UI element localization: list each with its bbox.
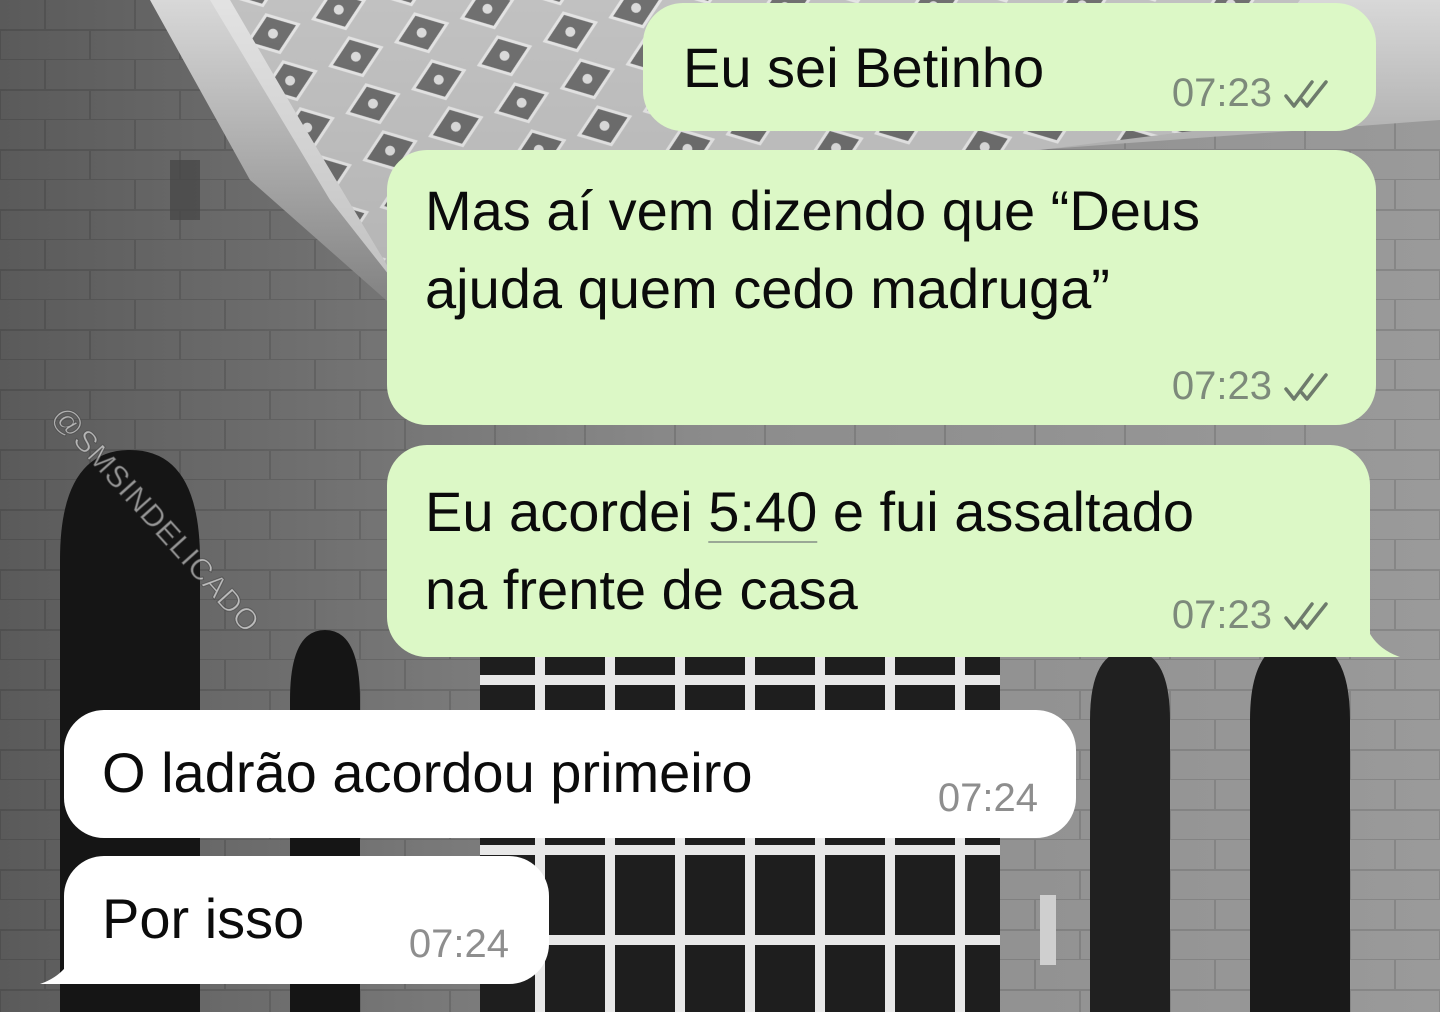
- message-meta: 07:24: [938, 778, 1038, 818]
- message-text-line: Eu acordei 5:40 e fui assaltado: [425, 473, 1194, 551]
- message-meta: 07:24: [409, 924, 509, 964]
- message-time: 07:23: [1171, 71, 1272, 115]
- message-meta: 07:23: [1172, 595, 1334, 635]
- message-text-line: Mas aí vem dizendo que “Deus: [425, 179, 1201, 242]
- double-check-icon: [1284, 80, 1328, 108]
- bubble-tail-outgoing: [1362, 612, 1400, 657]
- message-bubble-incoming[interactable]: O ladrão acordou primeiro 07:24: [64, 710, 1076, 838]
- chat-screen: @SMSINDELICADO Eu sei Betinho 07:23 Mas …: [0, 0, 1440, 1012]
- message-text: Eu sei Betinho: [683, 36, 1045, 99]
- message-time: 07:23: [1171, 364, 1272, 408]
- time-link[interactable]: 5:40: [708, 480, 817, 543]
- message-meta: 07:23: [1172, 366, 1334, 406]
- message-text-line: na frente de casa: [425, 558, 858, 621]
- double-check-icon: [1284, 602, 1328, 630]
- message-time: 07:23: [1171, 593, 1272, 637]
- message-text-part: Eu acordei: [425, 480, 709, 543]
- message-time: 07:24: [408, 922, 509, 966]
- bubble-tail-incoming: [40, 939, 78, 984]
- message-text-line: ajuda quem cedo madruga”: [425, 257, 1110, 320]
- message-time: 07:24: [937, 776, 1038, 820]
- message-bubble-outgoing[interactable]: Mas aí vem dizendo que “Deus ajuda quem …: [387, 150, 1376, 425]
- message-bubble-incoming[interactable]: Por isso 07:24: [64, 856, 549, 984]
- message-bubble-outgoing[interactable]: Eu sei Betinho 07:23: [643, 3, 1376, 131]
- message-meta: 07:23: [1172, 73, 1334, 113]
- double-check-icon: [1284, 373, 1328, 401]
- message-bubble-outgoing[interactable]: Eu acordei 5:40 e fui assaltado na frent…: [387, 445, 1370, 657]
- message-text-part: e fui assaltado: [817, 480, 1194, 543]
- message-text: O ladrão acordou primeiro: [102, 741, 753, 804]
- message-text: Por isso: [102, 887, 305, 950]
